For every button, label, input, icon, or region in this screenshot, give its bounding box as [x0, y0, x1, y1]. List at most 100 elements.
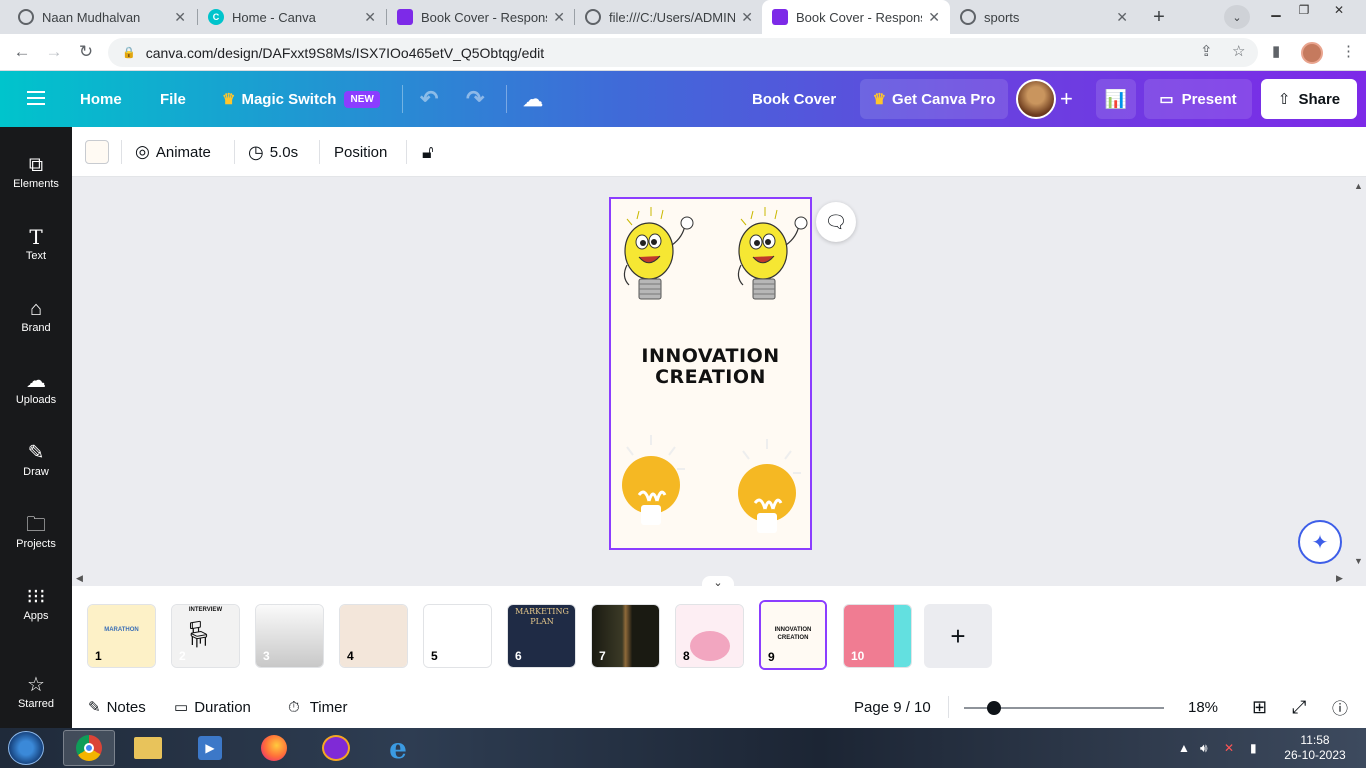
zoom-slider-knob[interactable] — [987, 701, 1001, 715]
tab-sports[interactable]: sports ✕ — [950, 0, 1138, 34]
tab-book-cover-1[interactable]: Book Cover - Responsiv ✕ — [387, 0, 575, 34]
help-icon[interactable]: ⓘ — [1332, 686, 1348, 728]
tab-home-canva[interactable]: C Home - Canva ✕ — [198, 0, 386, 34]
orange-bulb-left[interactable] — [615, 435, 695, 535]
add-page-button[interactable]: + — [924, 604, 992, 668]
reload-button[interactable]: ↻ — [74, 40, 98, 64]
side-panel-icon[interactable]: ▮ — [1272, 42, 1280, 60]
scroll-down-icon[interactable]: ▼ — [1354, 556, 1363, 566]
scroll-up-icon[interactable]: ▲ — [1354, 181, 1363, 191]
redo-icon[interactable]: ↷ — [466, 71, 484, 127]
hamburger-menu-icon[interactable] — [27, 91, 45, 105]
internet-explorer-icon[interactable]: e — [372, 730, 424, 766]
close-icon[interactable]: ✕ — [553, 9, 565, 26]
timer-button[interactable]: ⏱ Timer — [288, 686, 347, 728]
undo-icon[interactable]: ↶ — [420, 71, 438, 127]
file-explorer-icon[interactable] — [122, 730, 174, 766]
page-thumbnail[interactable]: 7 — [591, 604, 660, 668]
sidebar-item-starred[interactable]: ☆ Starred — [0, 659, 72, 723]
lightbulb-character-left[interactable] — [617, 207, 697, 311]
apps-icon: ⁝⁝⁝ — [26, 586, 46, 608]
sidebar-item-draw[interactable]: ✎ Draw — [0, 427, 72, 491]
sidebar-item-brand[interactable]: ⌂ Brand — [0, 283, 72, 347]
back-button[interactable]: ← — [10, 40, 34, 64]
tab-search-button[interactable]: ⌄ — [1224, 5, 1250, 29]
magic-assistant-button[interactable]: ✦ — [1298, 520, 1342, 564]
firefox-icon[interactable] — [248, 730, 300, 766]
orange-bulb-right[interactable] — [731, 439, 811, 539]
page-thumbnail-active[interactable]: INNOVATION CREATION 9 — [759, 600, 827, 670]
page-thumbnail[interactable]: 8 — [675, 604, 744, 668]
network-icon[interactable]: ✕ — [1224, 728, 1234, 768]
page-thumbnail[interactable]: MARKETING PLAN 6 — [507, 604, 576, 668]
profile-avatar[interactable] — [1301, 42, 1323, 64]
user-avatar[interactable] — [1016, 79, 1056, 119]
cloud-saved-icon[interactable]: ☁ — [523, 71, 543, 127]
vertical-scrollbar[interactable]: ▲ ▼ — [1350, 177, 1366, 570]
present-button[interactable]: ▭ Present — [1144, 79, 1252, 119]
tab-file-local[interactable]: file:///C:/Users/ADMIN/ ✕ — [575, 0, 763, 34]
page-thumbnail[interactable]: INTERVIEW 🪑︎ 2 — [171, 604, 240, 668]
page-thumbnail[interactable]: MARATHON 1 — [87, 604, 156, 668]
share-page-icon[interactable]: ⇪ — [1200, 42, 1213, 60]
sidebar-item-text[interactable]: T Text — [0, 211, 72, 275]
title-line-2: CREATION — [655, 366, 766, 388]
sidebar-item-projects[interactable]: 🗀 Projects — [0, 499, 72, 563]
menu-kebab-icon[interactable]: ⋮ — [1341, 42, 1356, 60]
minimize-button[interactable]: ▁ — [1262, 0, 1290, 20]
home-button[interactable]: Home — [80, 71, 122, 127]
sidebar-item-elements[interactable]: ⧉ Elements — [0, 139, 72, 203]
add-comment-button[interactable]: 🗨 — [816, 202, 856, 242]
restore-button[interactable]: ❐ — [1290, 0, 1318, 20]
duration-button[interactable]: ◷ 5.0s — [248, 127, 298, 177]
page-thumbnail[interactable]: 3 — [255, 604, 324, 668]
get-canva-pro-button[interactable]: ♛ Get Canva Pro — [860, 79, 1008, 119]
sidebar-item-apps[interactable]: ⁝⁝⁝ Apps — [0, 571, 72, 635]
fullscreen-icon[interactable]: ⤢ — [1292, 686, 1306, 728]
page-indicator[interactable]: Page 9 / 10 — [854, 686, 931, 728]
duration-footer-button[interactable]: ▭ Duration — [174, 686, 251, 728]
lightbulb-character-right[interactable] — [731, 207, 811, 311]
new-tab-button[interactable]: + — [1145, 4, 1173, 30]
start-button[interactable] — [8, 731, 44, 765]
volume-icon[interactable]: 🔊︎ — [1200, 728, 1208, 768]
share-button[interactable]: ⇧ Share — [1261, 79, 1357, 119]
tab-book-cover-active[interactable]: Book Cover - Responsiv ✕ — [762, 0, 950, 34]
design-title-text[interactable]: INNOVATION CREATION — [611, 346, 810, 388]
sidebar-item-uploads[interactable]: ☁ Uploads — [0, 355, 72, 419]
scroll-left-icon[interactable]: ◀ — [76, 573, 83, 584]
page-thumbnail[interactable]: 10 — [843, 604, 912, 668]
chrome-app-icon[interactable] — [63, 730, 115, 766]
magic-switch-button[interactable]: ♛ Magic Switch NEW — [222, 71, 380, 127]
notes-button[interactable]: ✎ Notes — [88, 686, 146, 728]
scroll-right-icon[interactable]: ▶ — [1336, 573, 1343, 584]
media-player-icon[interactable]: ▶ — [184, 730, 236, 766]
page-thumbnail[interactable]: 5 — [423, 604, 492, 668]
power-icon[interactable]: ▮ — [1250, 728, 1257, 768]
close-icon[interactable]: ✕ — [928, 9, 940, 26]
design-page[interactable]: INNOVATION CREATION — [609, 197, 812, 550]
page-thumbnail[interactable]: 4 — [339, 604, 408, 668]
url-field[interactable]: 🔒 canva.com/design/DAFxxt9S8Ms/ISX7IOo46… — [108, 38, 1258, 67]
app-mask-icon[interactable] — [310, 730, 362, 766]
position-button[interactable]: Position — [334, 127, 387, 177]
lock-icon[interactable]: 🔓︎ — [422, 127, 434, 177]
show-hidden-icons[interactable]: ▲ — [1178, 728, 1190, 768]
grid-view-icon[interactable]: ⊞ — [1252, 686, 1267, 728]
close-icon[interactable]: ✕ — [1116, 9, 1128, 26]
close-icon[interactable]: ✕ — [741, 9, 753, 26]
document-title[interactable]: Book Cover — [752, 71, 836, 127]
close-window-button[interactable]: ✕ — [1324, 0, 1354, 20]
system-clock[interactable]: 11:58 26-10-2023 — [1275, 733, 1355, 763]
tab-naan-mudhalvan[interactable]: Naan Mudhalvan ✕ — [8, 0, 196, 34]
close-icon[interactable]: ✕ — [174, 9, 186, 26]
invite-plus-icon[interactable]: + — [1060, 71, 1073, 127]
insights-chart-icon[interactable]: 📊 — [1096, 79, 1136, 119]
forward-button[interactable]: → — [42, 40, 66, 64]
bookmark-star-icon[interactable]: ☆ — [1232, 42, 1245, 60]
file-menu-button[interactable]: File — [160, 71, 186, 127]
close-icon[interactable]: ✕ — [364, 9, 376, 26]
zoom-level[interactable]: 18% — [1188, 686, 1218, 728]
animate-button[interactable]: ◎ Animate — [135, 127, 211, 177]
background-color-swatch[interactable] — [85, 140, 109, 164]
